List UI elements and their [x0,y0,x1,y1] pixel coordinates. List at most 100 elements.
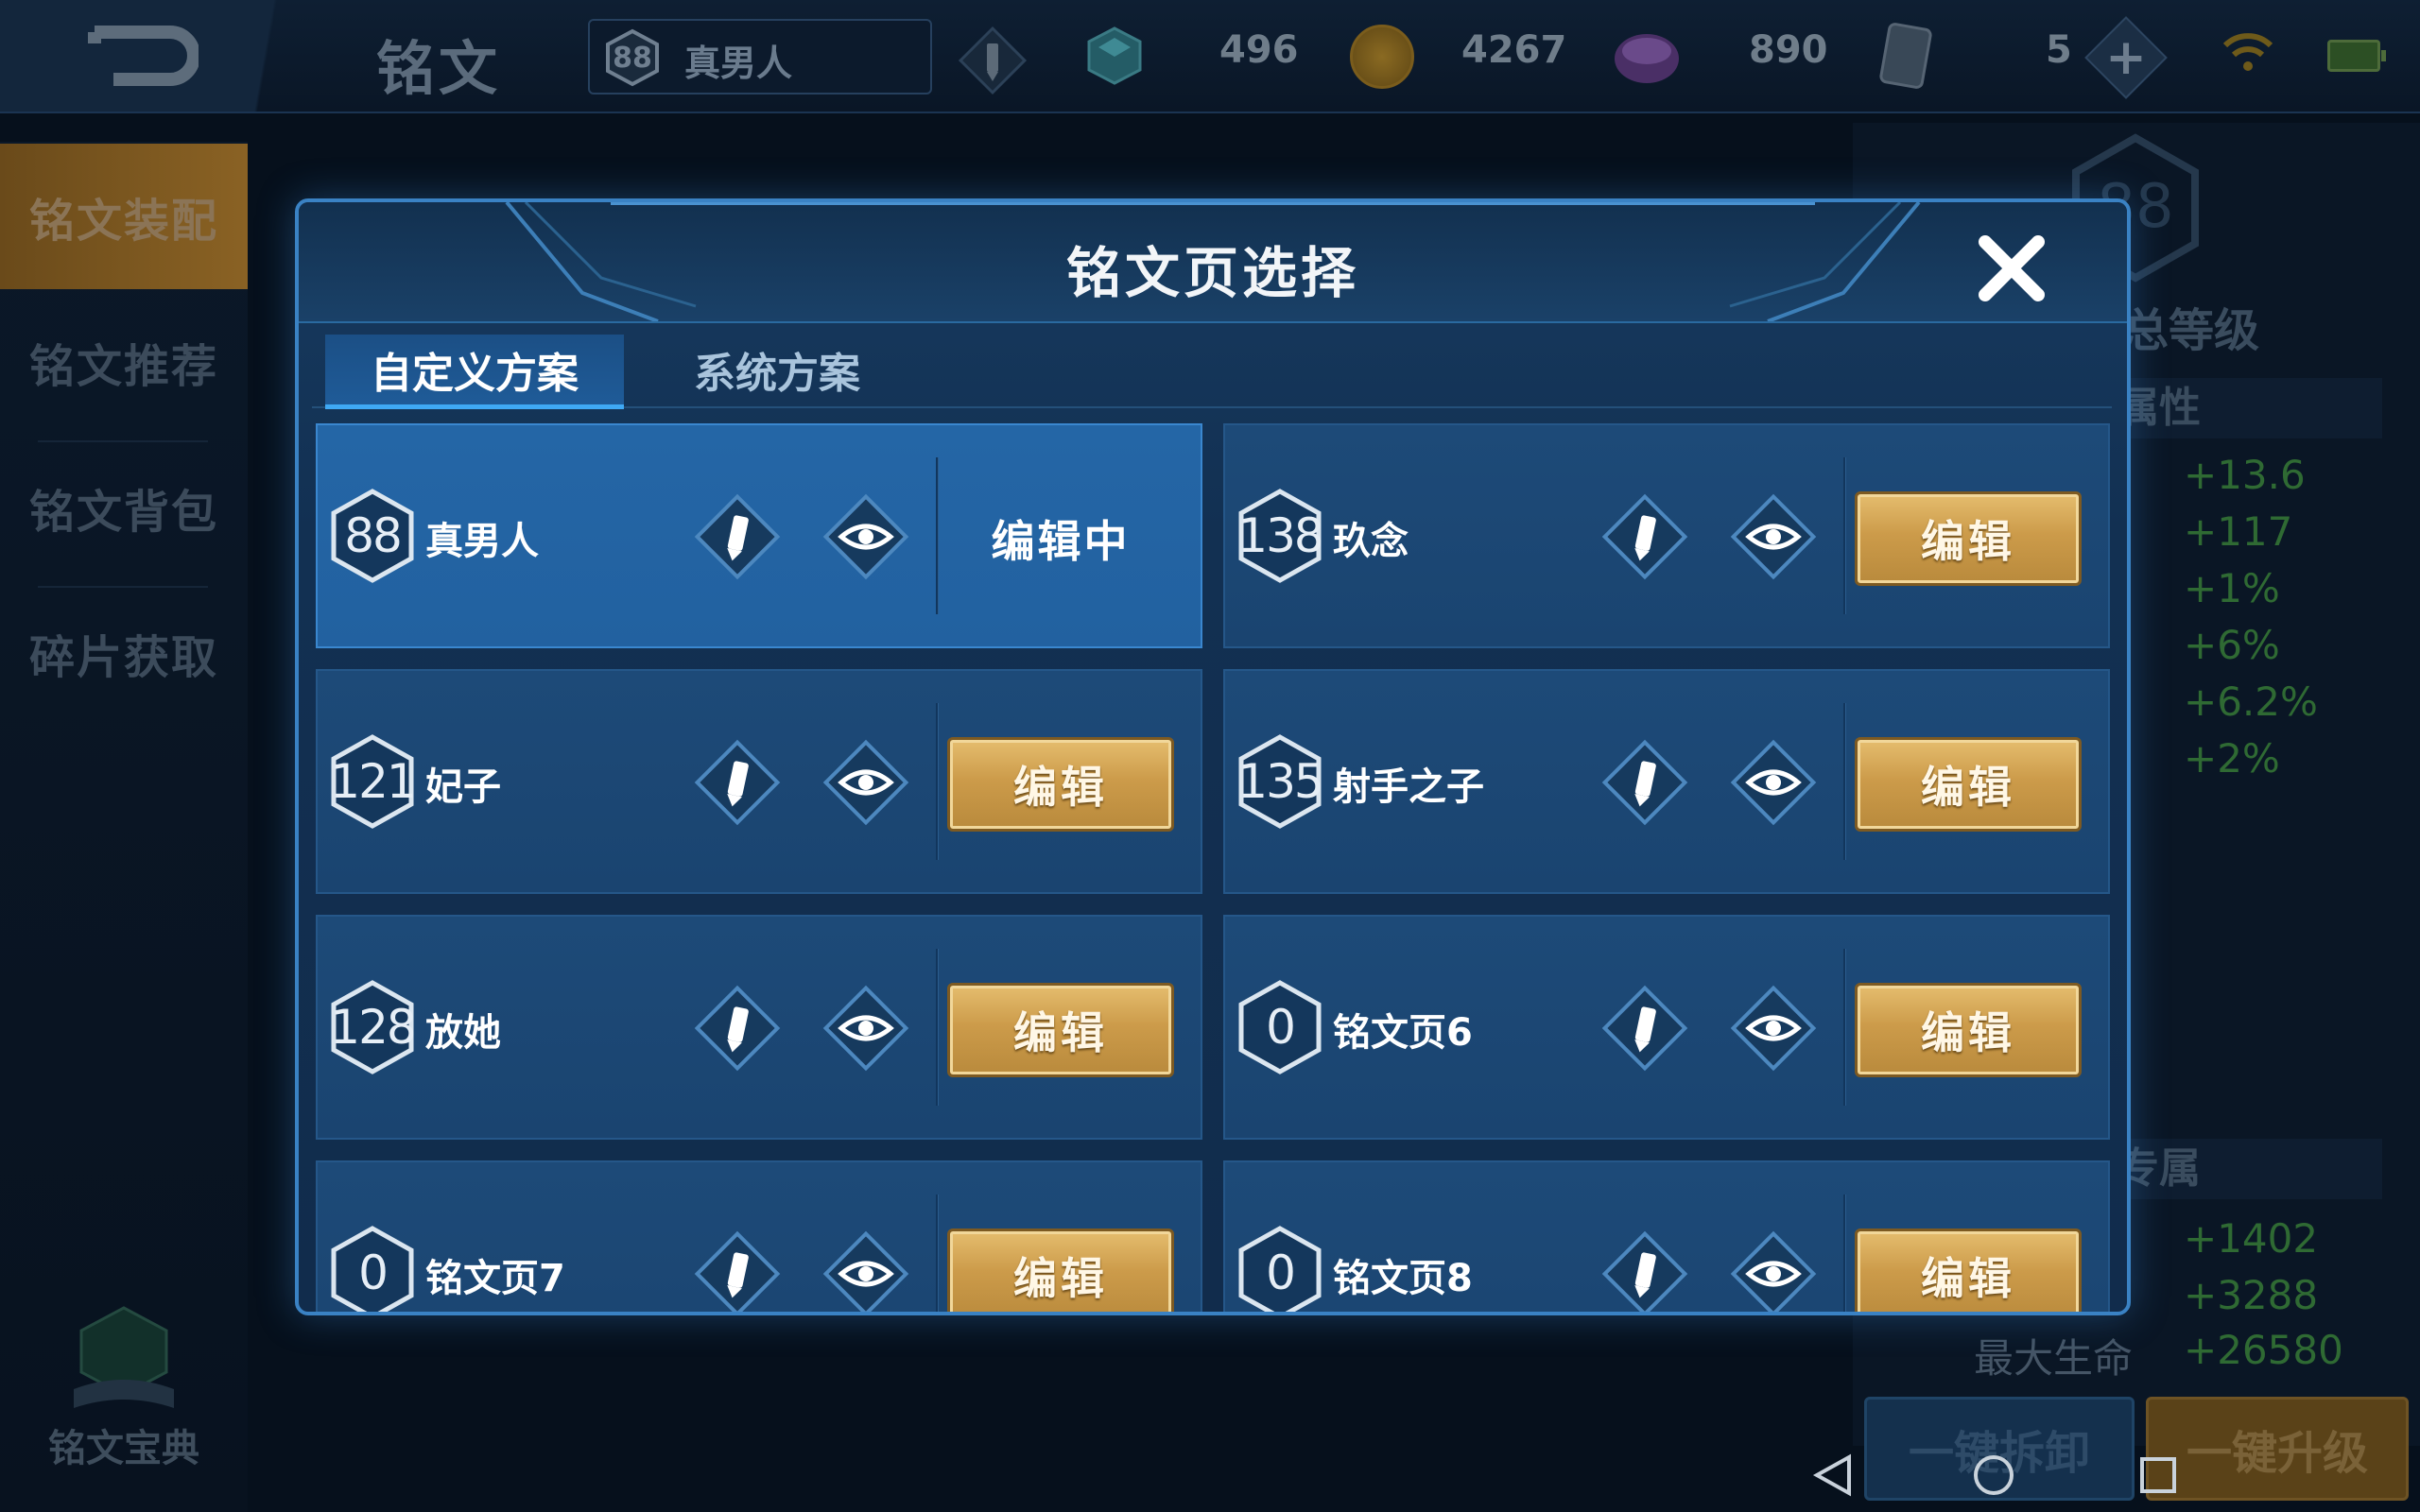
preview-eye-icon[interactable] [817,733,915,832]
crystal-icon [1087,26,1142,85]
card-divider [1843,703,1845,860]
gem-count: 890 [1749,28,1828,72]
max-hp-label: 最大生命 [1974,1335,2134,1382]
close-icon[interactable] [1974,231,2049,306]
sidebar-item-rune-bag[interactable]: 铭文背包 [0,435,248,580]
page-level: 0 [358,1246,389,1300]
page-level: 0 [1266,1000,1296,1055]
nav-back-icon[interactable] [1811,1453,1853,1497]
stat-value: +2% [2184,735,2280,782]
page-name: 铭文页7 [425,1257,565,1300]
card-divider [936,1194,938,1312]
page-level: 128 [330,1000,416,1055]
rune-page-card[interactable]: 128 放她 编辑 [316,915,1202,1140]
page-name: 玖念 [1333,520,1409,563]
edit-button[interactable]: 编辑 [947,1228,1174,1312]
gold-coin-icon [1350,25,1414,89]
current-page-indicator[interactable]: 88 真男人 [588,19,932,94]
scheme-tabs: 自定义方案 系统方案 [312,327,2112,409]
edit-button[interactable]: 编辑 [947,983,1174,1077]
add-currency-button[interactable]: + [2084,16,2168,99]
stat-value: +13.6 [2184,452,2306,498]
exclusive-header: 专属 [2108,1139,2382,1199]
rune-book-label[interactable]: 铭文宝典 [0,1418,248,1472]
page-level: 135 [1237,754,1323,809]
rename-pencil-icon[interactable] [688,488,786,586]
plus-icon: + [2105,29,2147,86]
nav-recents-icon[interactable] [2138,1455,2178,1495]
gold-count: 4267 [1461,28,1567,72]
tab-custom-scheme[interactable]: 自定义方案 [325,335,624,409]
wifi-icon [2222,33,2273,71]
dialog-header: 铭文页选择 [299,202,2127,323]
rename-pencil-icon[interactable] [688,979,786,1077]
system-navbar [1796,1444,2193,1501]
battery-icon [2327,40,2386,72]
back-button[interactable] [0,0,302,112]
dialog-title: 铭文页选择 [1065,241,1359,305]
preview-eye-icon[interactable] [817,979,915,1077]
nav-home-icon[interactable] [1972,1453,2015,1497]
rename-pencil-icon[interactable] [1596,1225,1694,1315]
edit-button[interactable]: 编辑 [1855,983,2082,1077]
rune-page-card[interactable]: 135 射手之子 编辑 [1223,669,2110,894]
preview-eye-icon[interactable] [1724,1225,1823,1315]
rune-page-card[interactable]: 0 铭文页6 编辑 [1223,915,2110,1140]
card-count: 5 [2046,28,2072,72]
back-arrow-icon [88,26,199,86]
pencil-diamond-icon[interactable] [955,23,1030,98]
rune-page-card[interactable]: 138 玖念 编辑 [1223,423,2110,648]
sidebar-item-rune-equip[interactable]: 铭文装配 [0,144,248,289]
page-level: 88 [344,508,403,563]
page-name: 铭文页6 [1333,1011,1473,1055]
edit-button[interactable]: 编辑 [1855,1228,2082,1312]
edit-button[interactable]: 编辑 [1855,737,2082,832]
edit-button[interactable]: 编辑 [1855,491,2082,586]
page-title: 铭文 [376,34,502,103]
rename-pencil-icon[interactable] [1596,488,1694,586]
rune-page-card[interactable]: 0 铭文页7 编辑 [316,1160,1202,1315]
page-name: 真男人 [425,520,539,563]
tab-system-scheme[interactable]: 系统方案 [628,335,926,404]
editing-status-label: 编辑中 [991,516,1131,567]
sidebar-item-rune-recommend[interactable]: 铭文推荐 [0,289,248,435]
level-hex-icon: 88 [603,28,662,87]
card-divider [936,457,938,614]
page-name: 放她 [425,1011,501,1055]
page-name: 射手之子 [1333,765,1484,809]
preview-eye-icon[interactable] [1724,979,1823,1077]
gem-icon [1615,34,1679,83]
crystal-count: 496 [1219,28,1299,72]
stat-value: +117 [2184,508,2293,555]
page-level: 0 [1266,1246,1296,1300]
page-level: 138 [1237,508,1323,563]
preview-eye-icon[interactable] [817,1225,915,1315]
preview-eye-icon[interactable] [1724,733,1823,832]
rune-page-card[interactable]: 88 真男人 编辑中 [316,423,1202,648]
preview-eye-icon[interactable] [817,488,915,586]
rune-page-card[interactable]: 0 铭文页8 编辑 [1223,1160,2110,1315]
stat-value: +6% [2184,622,2280,668]
card-divider [936,949,938,1106]
edit-button[interactable]: 编辑 [947,737,1174,832]
preview-eye-icon[interactable] [1724,488,1823,586]
attributes-header: 属性 [2108,378,2382,438]
rename-pencil-icon[interactable] [1596,733,1694,832]
card-icon [1879,23,1932,89]
rune-page-list: 88 真男人 编辑中 138 玖念 编辑 121 妃子 编辑 135 射手之子 编辑 128 放她 编辑 0 铭… [316,423,2112,1315]
sidebar-item-fragments[interactable]: 碎片获取 [0,580,248,726]
page-name: 铭文页8 [1333,1257,1473,1300]
rune-book-icon[interactable] [55,1304,193,1418]
exclusive-stat: +1402 [2184,1215,2319,1262]
top-bar: 铭文 88 真男人 496 4267 890 5 + [0,0,2420,113]
rune-page-card[interactable]: 121 妃子 编辑 [316,669,1202,894]
rename-pencil-icon[interactable] [1596,979,1694,1077]
page-level: 121 [330,754,416,809]
card-divider [1843,1194,1845,1312]
stat-value: +6.2% [2184,679,2318,725]
card-divider [1843,457,1845,614]
total-level-label: 总等级 [2123,304,2260,357]
stat-value: +1% [2184,565,2280,611]
rename-pencil-icon[interactable] [688,1225,786,1315]
rename-pencil-icon[interactable] [688,733,786,832]
